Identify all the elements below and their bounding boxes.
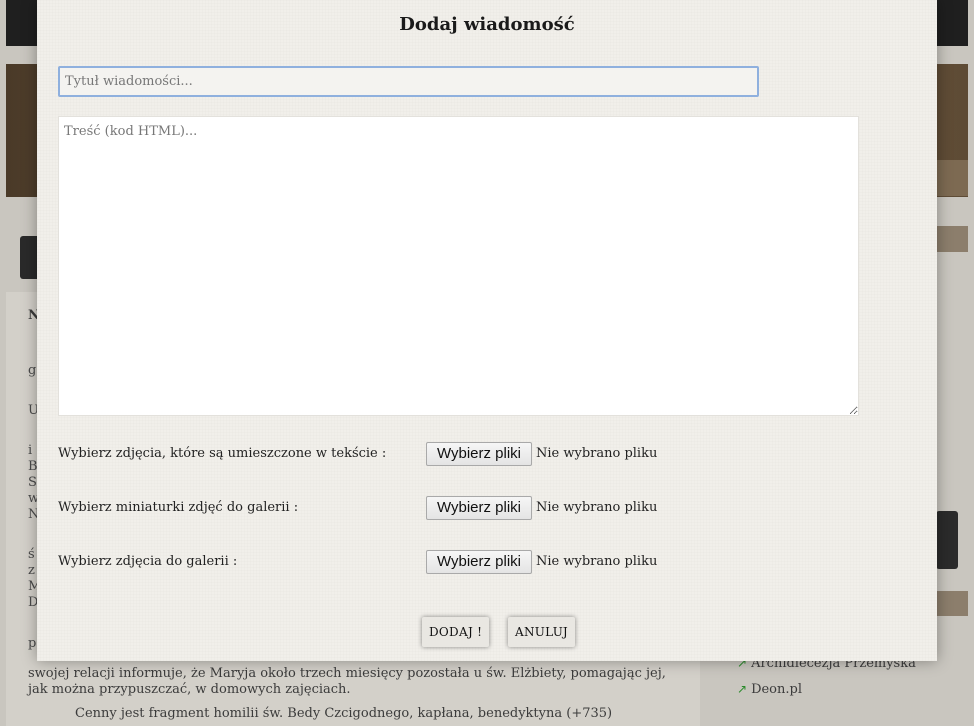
inline-images-file-row: Wybierz zdjęcia, które są umieszczone w … [58, 442, 858, 466]
background-paragraph-line: Cenny jest fragment homilii św. Bedy Czc… [75, 706, 613, 721]
gallery-images-choose-files-button[interactable]: Wybierz pliki [426, 550, 532, 574]
background-right-button [936, 511, 958, 569]
inline-images-file-status: Nie wybrano pliku [536, 446, 658, 461]
gallery-images-file-row: Wybierz zdjęcia do galerii : Wybierz pli… [58, 550, 858, 574]
sidebar-link-label: Deon.pl [751, 682, 802, 697]
background-letter: ś [28, 547, 35, 562]
gallery-thumbnails-file-row: Wybierz miniaturki zdjęć do galerii : Wy… [58, 496, 858, 520]
add-message-modal: Dodaj wiadomość Wybierz zdjęcia, które s… [37, 0, 937, 661]
background-paragraph-line: jak można przypuszczać, w domowych zajęc… [28, 682, 351, 697]
inline-images-label: Wybierz zdjęcia, które są umieszczone w … [58, 446, 387, 461]
background-right-panel [936, 160, 968, 196]
gallery-thumbnails-choose-files-button[interactable]: Wybierz pliki [426, 496, 532, 520]
message-body-textarea[interactable] [58, 116, 859, 416]
background-letter: z [28, 563, 35, 578]
modal-title: Dodaj wiadomość [399, 14, 575, 35]
background-letter: i [28, 443, 33, 458]
background-letter: p [28, 636, 37, 651]
background-letter: g [28, 363, 37, 378]
background-right-header-2 [936, 591, 968, 616]
background-right-header [936, 226, 968, 252]
gallery-thumbnails-file-status: Nie wybrano pliku [536, 500, 658, 515]
gallery-images-label: Wybierz zdjęcia do galerii : [58, 554, 238, 569]
external-link-icon: ↗ [737, 682, 748, 696]
background-letter: S [28, 475, 37, 490]
message-title-input[interactable] [58, 66, 759, 97]
background-paragraph-line: swojej relacji informuje, że Maryja okoł… [28, 666, 666, 681]
gallery-thumbnails-label: Wybierz miniaturki zdjęć do galerii : [58, 500, 299, 515]
inline-images-choose-files-button[interactable]: Wybierz pliki [426, 442, 532, 466]
background-sidebar-link: ↗ Deon.pl [737, 682, 802, 697]
add-button[interactable]: DODAJ ! [422, 617, 490, 647]
gallery-images-file-status: Nie wybrano pliku [536, 554, 658, 569]
cancel-button[interactable]: ANULUJ [508, 617, 575, 647]
